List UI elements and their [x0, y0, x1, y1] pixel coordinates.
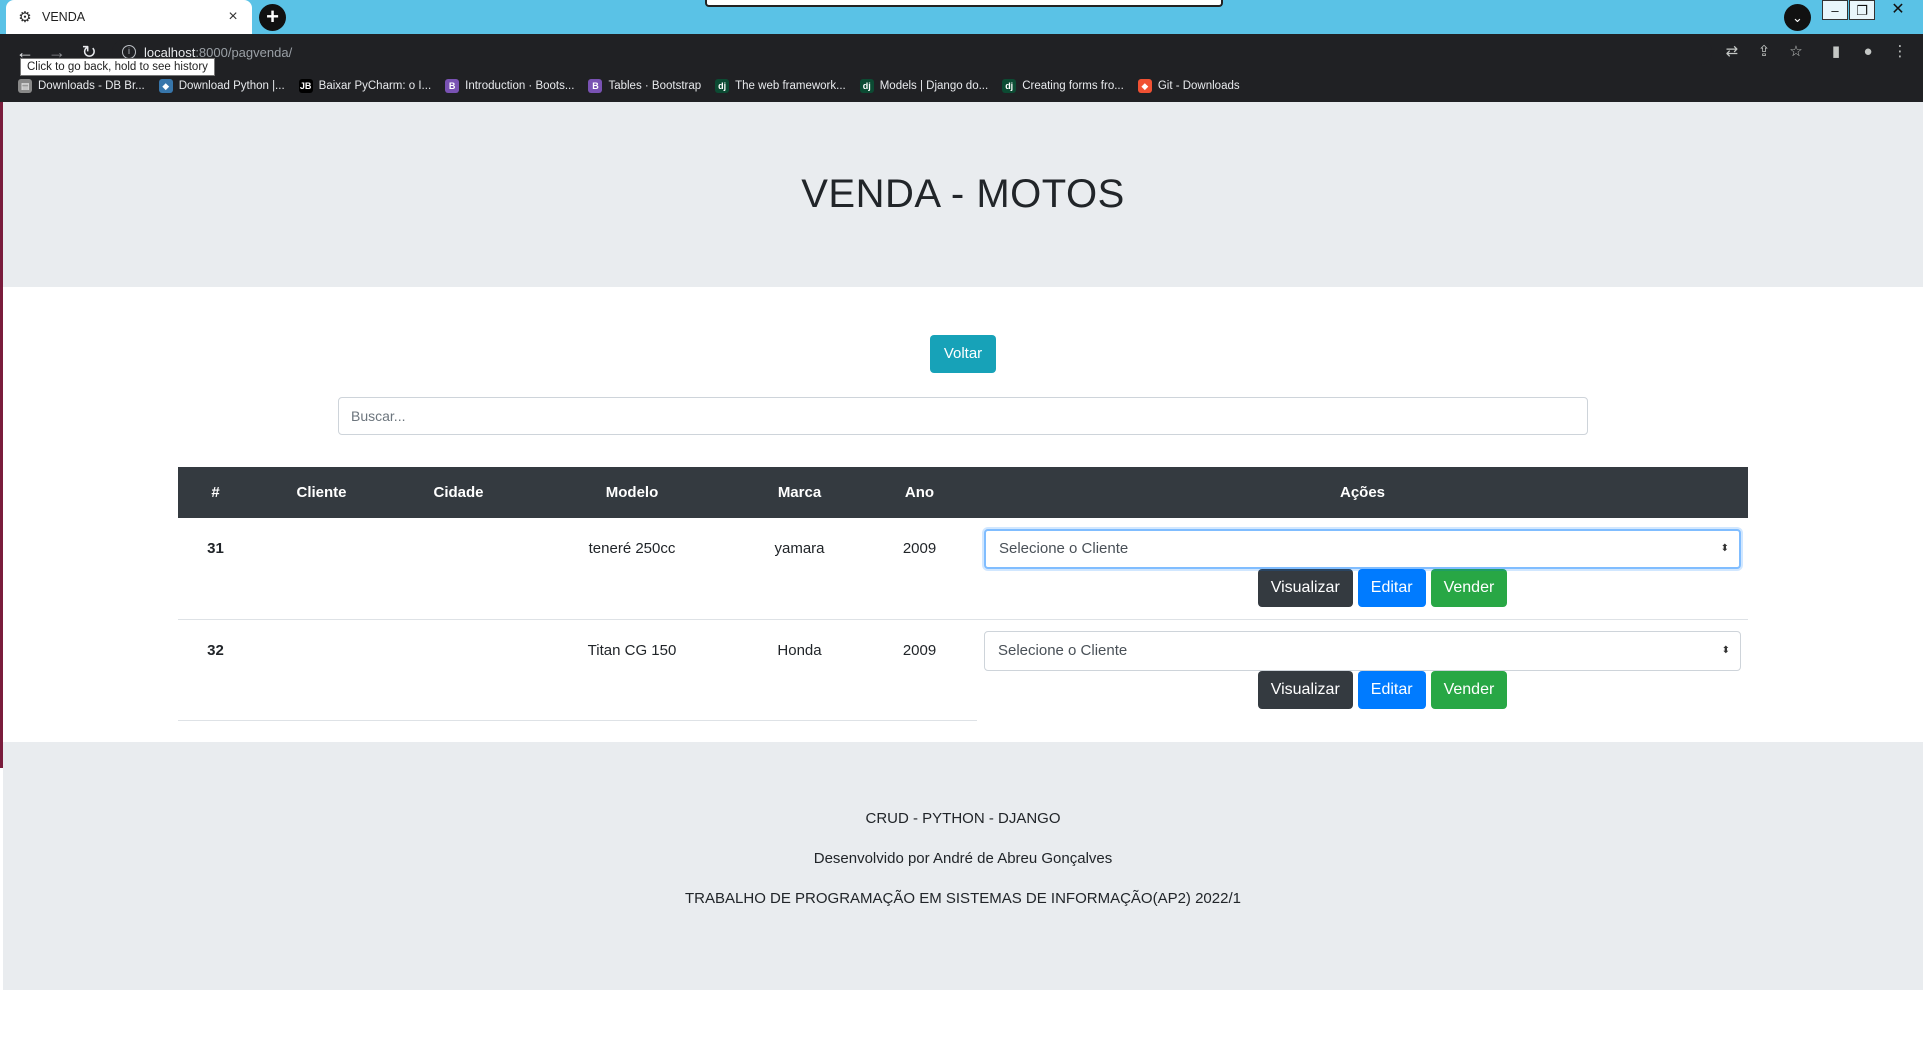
cell-cidade: [390, 518, 527, 620]
bootstrap-icon: B: [588, 79, 603, 93]
bookmark-label: Download Python |...: [178, 80, 285, 92]
bookmark-label: Introduction · Boots...: [465, 80, 575, 92]
translate-icon[interactable]: ⇄: [1722, 42, 1742, 62]
cell-acoes: Selecione o Cliente ⬍ Visualizar Editar …: [977, 518, 1748, 620]
python-icon: ◆: [158, 79, 173, 93]
back-tooltip: Click to go back, hold to see history: [20, 58, 215, 76]
cell-num: 32: [178, 619, 253, 721]
bookmark-item[interactable]: ◆ Download Python |...: [158, 79, 285, 93]
cell-acoes: Selecione o Cliente ⬍ Visualizar Editar …: [977, 619, 1748, 720]
bookmark-item[interactable]: ◆ Git - Downloads: [1137, 79, 1240, 93]
minimize-icon[interactable]: –: [1822, 0, 1848, 20]
col-header-ano: Ano: [862, 467, 977, 518]
col-header-modelo: Modelo: [527, 467, 737, 518]
menu-kebab-icon[interactable]: ⋮: [1890, 42, 1910, 62]
bookmark-item[interactable]: ▤ Downloads - DB Br...: [18, 79, 145, 93]
bookmark-label: Tables · Bootstrap: [608, 80, 702, 92]
share-icon[interactable]: ⇪: [1754, 42, 1774, 62]
row-actions: Visualizar Editar Vender: [977, 670, 1748, 709]
bookmark-label: Creating forms fro...: [1022, 80, 1124, 92]
row-actions: Visualizar Editar Vender: [977, 569, 1748, 607]
git-icon: ◆: [1137, 79, 1152, 93]
view-button[interactable]: Visualizar: [1257, 569, 1353, 607]
motos-table: # Cliente Cidade Modelo Marca Ano Ações …: [178, 467, 1748, 721]
footer-line-3: TRABALHO DE PROGRAMAÇÃO EM SISTEMAS DE I…: [685, 890, 1241, 907]
site-info-icon[interactable]: i: [122, 45, 136, 59]
django-icon: dj: [859, 79, 874, 93]
client-select[interactable]: Selecione o Cliente ⬍: [984, 630, 1741, 671]
col-header-cidade: Cidade: [390, 467, 527, 518]
sell-button[interactable]: Vender: [1430, 670, 1508, 709]
search-input[interactable]: [338, 397, 1588, 435]
cell-num: 31: [178, 518, 253, 620]
cell-modelo: teneré 250cc: [527, 518, 737, 620]
bookmarks-bar: ▤ Downloads - DB Br... ◆ Download Python |.…: [0, 70, 1923, 102]
cell-marca: yamara: [737, 518, 862, 620]
client-select-value: Selecione o Cliente: [999, 540, 1129, 557]
django-icon: dj: [1002, 79, 1017, 93]
col-header-cliente: Cliente: [253, 467, 390, 518]
page-header: VENDA - MOTOS: [3, 102, 1923, 287]
browser-toolbar: ← → ↻ i localhost :8000/pagvenda/ ⇄ ⇪ ☆ …: [0, 34, 1923, 70]
col-header-marca: Marca: [737, 467, 862, 518]
back-button[interactable]: Voltar: [930, 335, 996, 373]
table-row: 31 teneré 250cc yamara 2009 Selecione o …: [178, 518, 1748, 620]
bootstrap-icon: B: [445, 79, 460, 93]
client-select-value: Selecione o Cliente: [998, 641, 1128, 659]
pycharm-icon: JB: [298, 79, 313, 93]
tab-close-icon[interactable]: ×: [224, 8, 242, 26]
browser-tab[interactable]: ⚙ VENDA ×: [6, 0, 252, 34]
footer-line-1: CRUD - PYTHON - DJANGO: [865, 810, 1061, 827]
bookmark-item[interactable]: B Introduction · Boots...: [445, 79, 574, 93]
sell-button[interactable]: Vender: [1430, 569, 1508, 607]
db-icon: ▤: [18, 79, 32, 93]
bookmark-item[interactable]: JB Baixar PyCharm: o I...: [298, 79, 432, 93]
edit-button[interactable]: Editar: [1357, 670, 1426, 709]
cell-cliente: [253, 619, 390, 721]
django-favicon-icon: ⚙: [18, 9, 32, 26]
bookmark-star-icon[interactable]: ☆: [1786, 42, 1806, 62]
tab-title: VENDA: [42, 10, 86, 24]
address-bar[interactable]: i localhost :8000/pagvenda/: [112, 39, 1712, 65]
page-title: VENDA - MOTOS: [801, 172, 1125, 216]
restore-icon[interactable]: ❐: [1849, 0, 1875, 20]
bookmark-item[interactable]: dj Models | Django do...: [859, 79, 989, 93]
client-select[interactable]: Selecione o Cliente ⬍: [984, 529, 1741, 569]
tab-drag-area: [705, 0, 1223, 7]
bookmark-item[interactable]: dj Creating forms fro...: [1002, 79, 1124, 93]
bookmark-label: Git - Downloads: [1157, 80, 1240, 92]
django-icon: dj: [715, 79, 730, 93]
cell-marca: Honda: [737, 619, 862, 721]
profile-avatar-icon[interactable]: ●: [1858, 42, 1878, 62]
cell-ano: 2009: [862, 619, 977, 721]
select-arrows-icon: ⬍: [1720, 543, 1729, 554]
new-tab-button[interactable]: +: [259, 4, 286, 31]
cell-cidade: [390, 619, 527, 721]
bookmark-item[interactable]: dj The web framework...: [715, 79, 846, 93]
cell-ano: 2009: [862, 518, 977, 620]
table-header-row: # Cliente Cidade Modelo Marca Ano Ações: [178, 467, 1748, 518]
footer-line-2: Desenvolvido por André de Abreu Gonçalve…: [813, 850, 1113, 867]
tab-search-icon[interactable]: ⌄: [1784, 4, 1811, 31]
cell-cliente: [253, 518, 390, 620]
bookmark-label: Baixar PyCharm: o I...: [318, 80, 432, 92]
edit-button[interactable]: Editar: [1357, 569, 1426, 607]
tab-strip: ⚙ VENDA × + ⌄ – ❐ ✕: [0, 0, 1923, 34]
bookmark-label: Downloads - DB Br...: [38, 80, 145, 92]
close-window-icon[interactable]: ✕: [1876, 0, 1920, 20]
bookmark-item[interactable]: B Tables · Bootstrap: [588, 79, 701, 93]
select-arrows-icon: ⬍: [1721, 644, 1730, 656]
bookmark-label: The web framework...: [735, 80, 846, 92]
page-footer: CRUD - PYTHON - DJANGO Desenvolvido por …: [3, 742, 1923, 990]
view-button[interactable]: Visualizar: [1257, 670, 1353, 709]
col-header-acoes: Ações: [977, 467, 1748, 518]
cell-modelo: Titan CG 150: [527, 619, 737, 721]
side-panel-icon[interactable]: ▮: [1826, 42, 1846, 62]
col-header-num: #: [178, 467, 253, 518]
bookmark-label: Models | Django do...: [879, 80, 989, 92]
table-row: 32 Titan CG 150 Honda 2009 Selecione o C…: [178, 619, 1748, 721]
